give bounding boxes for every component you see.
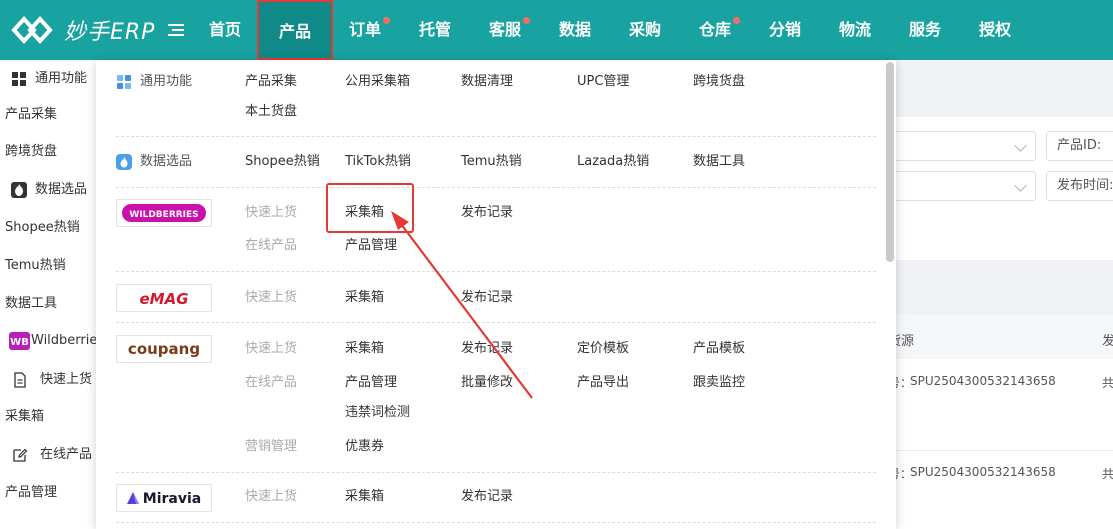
- sidebar-item-label: Temu热销: [5, 258, 66, 273]
- grid-icon: [12, 72, 26, 86]
- sidebar-item-label: 产品采集: [5, 107, 58, 122]
- table-header: [886, 315, 1113, 359]
- sidebar-item-label: 采集箱: [5, 409, 45, 424]
- nav-label: 仓库: [698, 20, 731, 39]
- chevron-down-icon: [1014, 139, 1027, 152]
- filter-select-2[interactable]: [876, 171, 1036, 201]
- sidebar-item-product-collect[interactable]: 产品采集: [0, 96, 96, 134]
- brand-logo-icon: [11, 16, 53, 44]
- nav-services[interactable]: 服务: [895, 0, 955, 60]
- nav-distribution[interactable]: 分销: [755, 0, 815, 60]
- row1-spu: SPU2504300532143658: [910, 374, 1056, 388]
- svg-text:WB: WB: [10, 337, 29, 348]
- flame-icon: [11, 182, 27, 198]
- sidebar-item-wildberries[interactable]: WB Wildberries: [0, 322, 96, 360]
- brand-name: 妙手ERP: [64, 20, 156, 45]
- sidebar-item-label: 跨境货盘: [5, 144, 58, 159]
- nav-customer-service[interactable]: 客服: [475, 0, 535, 60]
- sidebar-item-label: 数据选品: [35, 182, 88, 197]
- sidebar-item-label: 产品管理: [5, 485, 58, 500]
- row-divider: [886, 450, 1113, 451]
- nav-label: 订单: [348, 20, 381, 39]
- menu-toggle-icon[interactable]: [166, 20, 186, 40]
- sidebar-item-label: Wildberries: [31, 333, 97, 348]
- nav-label: 客服: [488, 20, 521, 39]
- nav-label: 采购: [628, 20, 661, 39]
- publish-time-label: 发布时间:: [1046, 171, 1113, 201]
- nav-authorization[interactable]: 授权: [965, 0, 1025, 60]
- nav-product[interactable]: 产品: [257, 0, 333, 60]
- nav-home[interactable]: 首页: [195, 0, 255, 60]
- nav-orders[interactable]: 订单: [335, 0, 395, 60]
- sidebar-item-shopee-hot[interactable]: Shopee热销: [0, 209, 96, 247]
- dropdown-scrollbar[interactable]: [886, 62, 894, 262]
- notification-dot: [523, 17, 530, 24]
- sidebar-item-online-products[interactable]: 在线产品: [0, 436, 96, 474]
- row1-gong: 共: [1102, 376, 1113, 390]
- nav-purchase[interactable]: 采购: [615, 0, 675, 60]
- nav-label: 授权: [978, 20, 1011, 39]
- wb-icon: WB: [9, 332, 30, 350]
- sidebar-item-label: 数据工具: [5, 296, 58, 311]
- notification-dot: [733, 17, 740, 24]
- document-icon: [14, 372, 26, 388]
- row2-gong: 共: [1102, 467, 1113, 481]
- chevron-down-icon: [1014, 179, 1027, 192]
- nav-data[interactable]: 数据: [545, 0, 605, 60]
- nav-label: 首页: [208, 20, 241, 39]
- sidebar-item-label: 快速上货: [40, 372, 93, 387]
- row2-spu: SPU2504300532143658: [910, 465, 1056, 479]
- product-mega-menu: 通用功能 产品采集 公用采集箱 数据清理 UPC管理 跨境货盘 本土货盘 数据选…: [96, 60, 896, 529]
- sidebar-item-collect-box[interactable]: 采集箱: [0, 398, 96, 436]
- brand-logo[interactable]: 妙手ERP: [10, 12, 155, 48]
- sidebar-item-temu-hot[interactable]: Temu热销: [0, 247, 96, 285]
- sidebar-item-label: 在线产品: [40, 447, 93, 462]
- product-id-label: 产品ID:: [1046, 131, 1113, 161]
- sidebar-item-data-selection[interactable]: 数据选品: [0, 171, 96, 209]
- sidebar-item-label: Shopee热销: [5, 220, 80, 235]
- nav-label: 分销: [768, 20, 801, 39]
- sidebar-item-label: 通用功能: [35, 71, 88, 86]
- nav-label: 服务: [908, 20, 941, 39]
- nav-warehouse[interactable]: 仓库: [685, 0, 745, 60]
- sidebar-item-quick-upload[interactable]: 快速上货: [0, 361, 96, 399]
- sidebar-item-product-management[interactable]: 产品管理: [0, 474, 96, 512]
- fa-column-header: 发: [1102, 334, 1113, 349]
- sidebar-item-general[interactable]: 通用功能: [0, 60, 96, 98]
- notification-dot: [383, 17, 390, 24]
- nav-logistics[interactable]: 物流: [825, 0, 885, 60]
- nav-label: 产品: [278, 22, 311, 41]
- nav-label: 数据: [558, 20, 591, 39]
- nav-label: 托管: [418, 20, 451, 39]
- sidebar-item-cross-border[interactable]: 跨境货盘: [0, 133, 96, 171]
- sidebar-item-data-tools[interactable]: 数据工具: [0, 285, 96, 323]
- filter-select-1[interactable]: [876, 131, 1036, 161]
- top-navigation-bar: 妙手ERP 首页 产品 订单 托管 客服 数据 采购 仓库 分销 物流 服务 授…: [0, 0, 1113, 60]
- nav-hosting[interactable]: 托管: [405, 0, 465, 60]
- sidebar: 通用功能 产品采集 跨境货盘 数据选品 Shopee热销 Temu热销 数据工具…: [0, 60, 97, 529]
- edit-icon: [13, 448, 28, 462]
- annotation-arrow: [391, 211, 533, 399]
- nav-label: 物流: [838, 20, 871, 39]
